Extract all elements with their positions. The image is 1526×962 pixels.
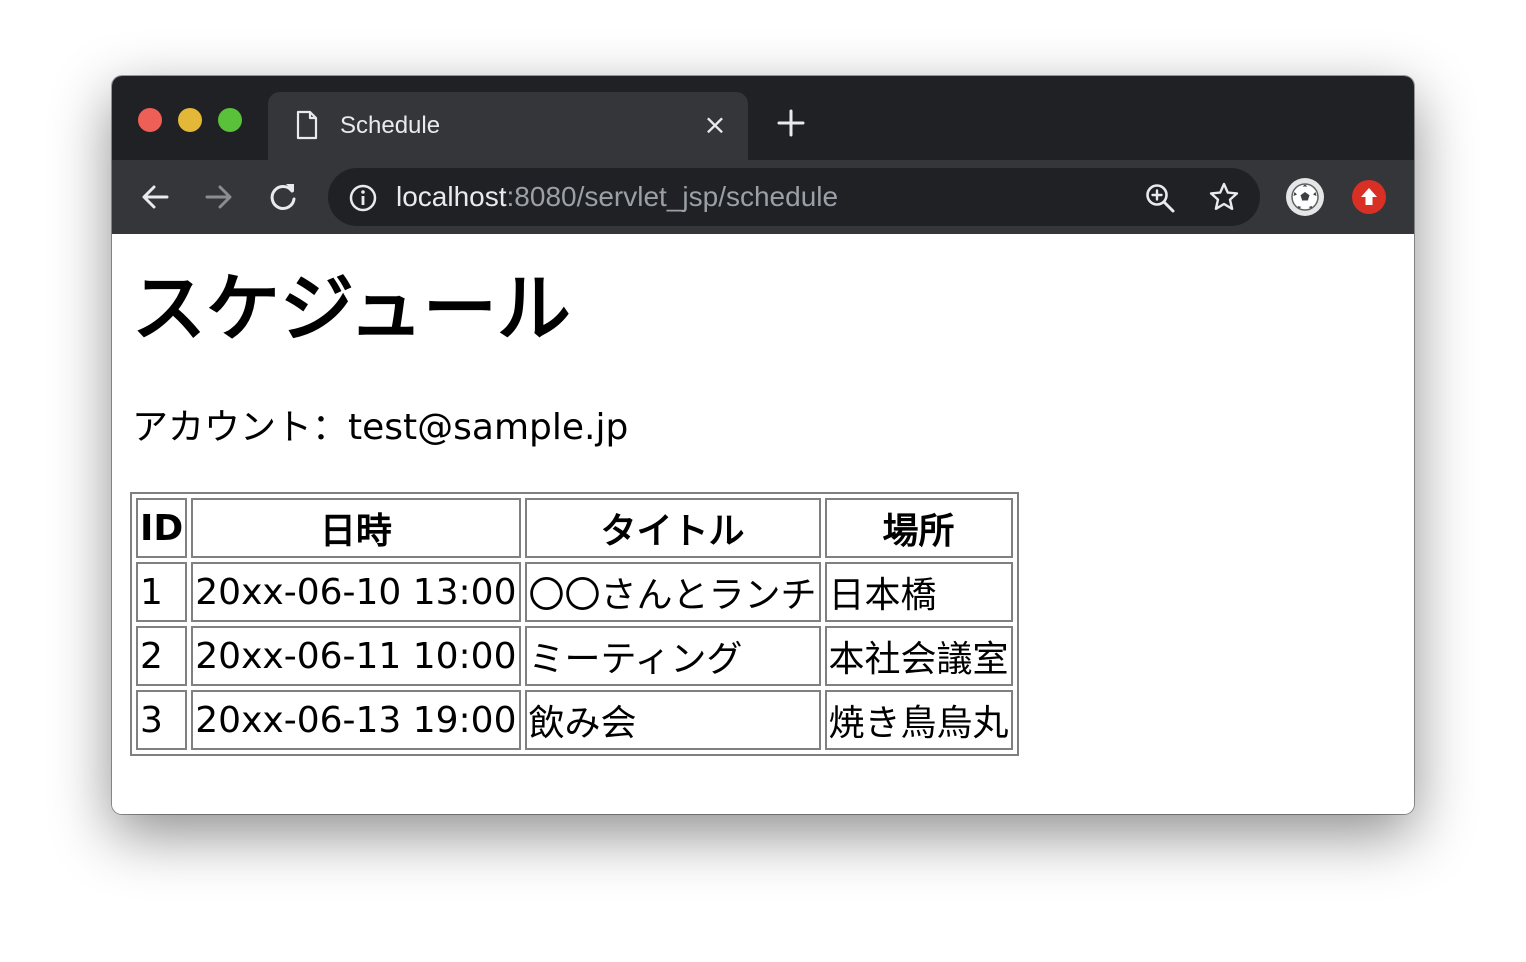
info-icon[interactable] — [348, 183, 378, 213]
cell-datetime: 20xx-06-11 10:00 — [191, 626, 521, 686]
url-path: :8080/servlet_jsp/schedule — [506, 181, 839, 212]
new-tab-icon[interactable] — [776, 108, 806, 138]
window-close-button[interactable] — [138, 108, 162, 132]
cell-place: 焼き鳥烏丸 — [824, 690, 1013, 750]
schedule-table: ID 日時 タイトル 場所 1 20xx-06-10 13:00 〇〇さんとラン… — [130, 492, 1019, 756]
page-icon — [296, 110, 318, 140]
cell-title: 〇〇さんとランチ — [524, 562, 821, 622]
zoom-icon[interactable] — [1144, 182, 1176, 214]
window-minimize-button[interactable] — [178, 108, 202, 132]
tab-strip: Schedule × — [112, 76, 1414, 160]
soccer-ball-graphic — [1291, 183, 1319, 211]
forward-icon[interactable] — [202, 180, 236, 214]
cell-id: 2 — [136, 626, 188, 686]
url-host: localhost — [396, 181, 507, 212]
page-title: スケジュール — [132, 266, 571, 352]
table-row: 1 20xx-06-10 13:00 〇〇さんとランチ 日本橋 — [136, 562, 1013, 622]
cell-id: 1 — [136, 562, 188, 622]
close-tab-icon[interactable]: × — [702, 111, 728, 139]
account-label: アカウント：test@sample.jp — [132, 407, 629, 448]
table-header-row: ID 日時 タイトル 場所 — [136, 498, 1013, 558]
cell-title: 飲み会 — [524, 690, 821, 750]
cell-place: 本社会議室 — [824, 626, 1013, 686]
upload-extension-icon[interactable] — [1352, 180, 1386, 214]
cell-datetime: 20xx-06-10 13:00 — [191, 562, 521, 622]
page-content: スケジュール アカウント：test@sample.jp ID 日時 タイトル 場… — [112, 234, 1414, 814]
soccer-ball-icon[interactable] — [1286, 178, 1324, 216]
window-maximize-button[interactable] — [218, 108, 242, 132]
address-bar[interactable]: localhost:8080/servlet_jsp/schedule — [328, 168, 1260, 226]
header-id: ID — [136, 498, 188, 558]
cell-title: ミーティング — [524, 626, 821, 686]
reload-icon[interactable] — [266, 180, 300, 214]
cell-id: 3 — [136, 690, 188, 750]
tab-schedule[interactable]: Schedule × — [268, 92, 748, 160]
table-row: 2 20xx-06-11 10:00 ミーティング 本社会議室 — [136, 626, 1013, 686]
bookmark-star-icon[interactable] — [1208, 181, 1240, 213]
browser-window: Schedule × localhost:8080/servlet_jsp/sc… — [112, 76, 1414, 814]
header-datetime: 日時 — [191, 498, 521, 558]
tab-title: Schedule — [340, 112, 441, 139]
url-text[interactable]: localhost:8080/servlet_jsp/schedule — [396, 181, 838, 213]
header-place: 場所 — [824, 498, 1013, 558]
back-icon[interactable] — [138, 180, 172, 214]
table-row: 3 20xx-06-13 19:00 飲み会 焼き鳥烏丸 — [136, 690, 1013, 750]
header-title: タイトル — [524, 498, 821, 558]
arrow-up-icon — [1361, 188, 1377, 205]
toolbar: localhost:8080/servlet_jsp/schedule — [112, 160, 1414, 234]
cell-place: 日本橋 — [824, 562, 1013, 622]
cell-datetime: 20xx-06-13 19:00 — [191, 690, 521, 750]
